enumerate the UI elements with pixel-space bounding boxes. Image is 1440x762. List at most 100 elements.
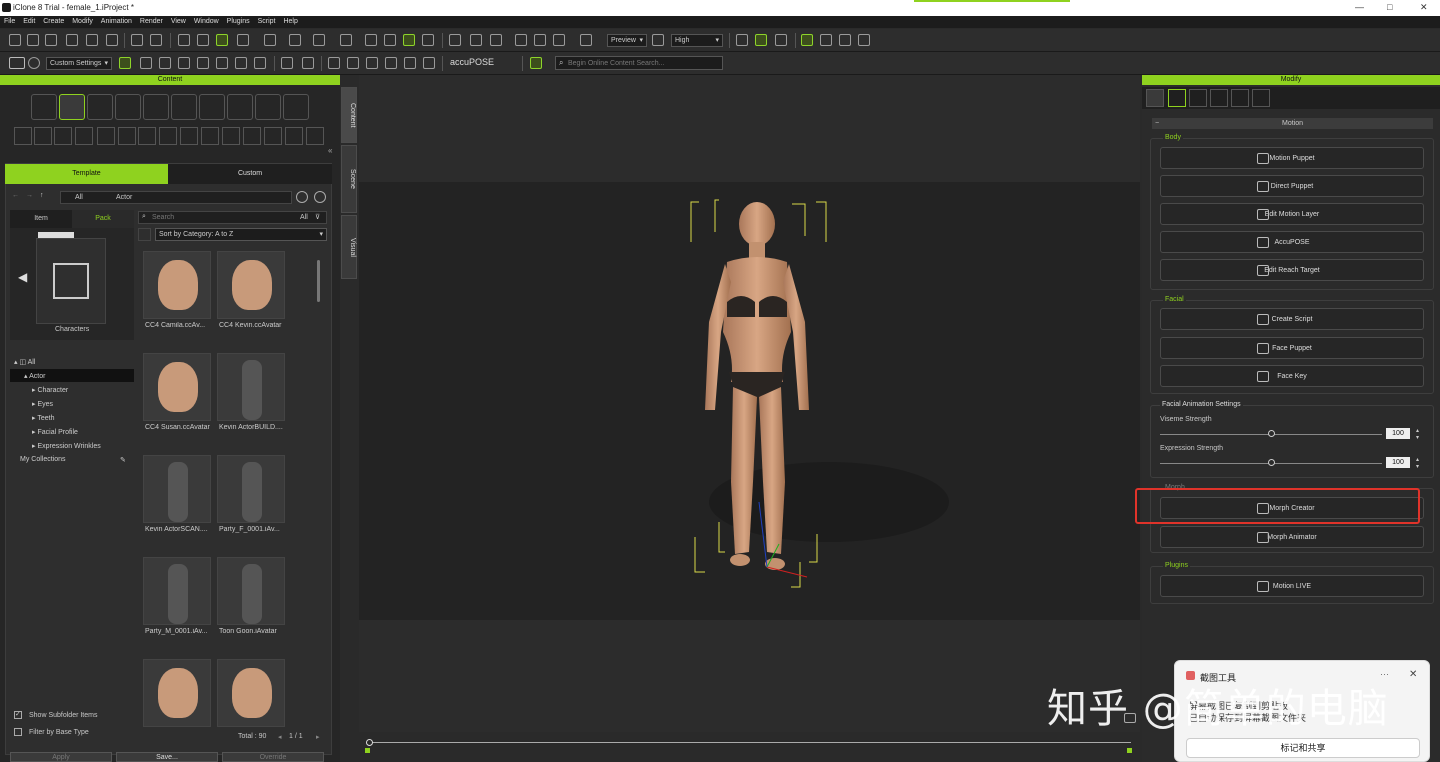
edit-motion-layer-button[interactable]: Edit Motion Layer (1160, 203, 1424, 225)
collapse-icon[interactable]: « (328, 146, 332, 155)
empty-slot-icon[interactable] (243, 127, 261, 145)
video-icon[interactable] (652, 34, 664, 46)
menu-create[interactable]: Create (43, 16, 64, 28)
edit-pencil-icon[interactable]: ✎ (120, 456, 126, 464)
mask-icon[interactable] (216, 57, 228, 69)
face-icon[interactable] (1210, 89, 1228, 107)
drop-icon[interactable] (365, 34, 377, 46)
export-icon[interactable] (86, 34, 98, 46)
align-icon[interactable] (340, 34, 352, 46)
add-subtype-icon[interactable] (97, 127, 115, 145)
cloth-subtype-icon[interactable] (34, 127, 52, 145)
motion-runner-icon[interactable] (1168, 89, 1186, 107)
library-item-thumbnail[interactable] (143, 251, 211, 319)
motion-live-button[interactable]: Motion LIVE (1160, 575, 1424, 597)
breadcrumb-all[interactable]: All (75, 194, 83, 201)
nodes-icon[interactable] (159, 57, 171, 69)
menu-edit[interactable]: Edit (23, 16, 35, 28)
close-toast-icon[interactable]: ✕ (1409, 669, 1417, 680)
view-mode-icon[interactable] (138, 228, 151, 241)
menu-help[interactable]: Help (283, 16, 297, 28)
up-arrow-icon[interactable]: ↑ (40, 192, 44, 199)
face-puppet-button[interactable]: Face Puppet (1160, 337, 1424, 359)
tab-custom[interactable]: Custom (168, 164, 332, 184)
wire-icon[interactable] (197, 57, 209, 69)
refresh-icon[interactable] (296, 191, 308, 203)
menu-view[interactable]: View (171, 16, 186, 28)
save-icon[interactable] (45, 34, 57, 46)
close-button[interactable]: ✕ (1420, 2, 1428, 13)
home-icon[interactable] (490, 34, 502, 46)
sort-dropdown[interactable]: Sort by Category: A to Z (155, 228, 327, 241)
actor-type-icon[interactable] (59, 94, 85, 120)
body-subtype-icon[interactable] (14, 127, 32, 145)
menu-window[interactable]: Window (194, 16, 219, 28)
library-scrollbar[interactable] (317, 260, 320, 302)
eye-subtype-icon[interactable] (54, 127, 72, 145)
tree-actor[interactable]: ▴ Actor (24, 372, 45, 380)
atmosphere-type-icon[interactable] (227, 94, 253, 120)
side-tab-content[interactable]: Content (341, 87, 357, 143)
viseme-spinner-icon[interactable]: ▴ ▾ (1416, 427, 1419, 441)
tab-pack[interactable]: Pack (72, 210, 134, 228)
settings-circle-icon[interactable] (28, 57, 40, 69)
empty-slot-icon[interactable] (264, 127, 282, 145)
filter-base-checkbox[interactable] (14, 728, 22, 736)
pose-icon[interactable] (235, 57, 247, 69)
light-icon[interactable] (470, 34, 482, 46)
brush-icon[interactable] (858, 34, 870, 46)
breadcrumb-actor[interactable]: Actor (116, 194, 132, 201)
preview-dropdown[interactable]: Preview (607, 34, 647, 47)
quality-dropdown[interactable]: High (671, 34, 723, 47)
marketplace-icon[interactable] (530, 57, 542, 69)
menu-plugins[interactable]: Plugins (227, 16, 250, 28)
characters-folder-thumb[interactable] (36, 238, 106, 324)
bones-icon[interactable] (178, 57, 190, 69)
viseme-slider-knob[interactable] (1268, 430, 1275, 437)
transform-icon[interactable] (422, 34, 434, 46)
empty-slot-icon[interactable] (138, 127, 156, 145)
forward-arrow-icon[interactable]: → (26, 192, 33, 199)
new-project-icon[interactable] (9, 34, 21, 46)
pick-parent-icon[interactable] (313, 34, 325, 46)
prev-page-icon[interactable]: ◂ (278, 733, 282, 741)
fx-type-icon[interactable] (283, 94, 309, 120)
library-item-thumbnail[interactable] (217, 353, 285, 421)
library-item-thumbnail[interactable] (217, 659, 285, 727)
empty-slot-icon[interactable] (285, 127, 303, 145)
online-search-box[interactable]: ⌕ Begin Online Content Search... (555, 56, 723, 70)
side-tab-scene[interactable]: Scene (341, 145, 357, 213)
path-icon[interactable] (775, 34, 787, 46)
tree-eyes[interactable]: ▸ Eyes (32, 400, 53, 408)
motion-puppet-button[interactable]: Motion Puppet (1160, 147, 1424, 169)
checker-icon[interactable] (1189, 89, 1207, 107)
timeline-track[interactable] (369, 742, 1131, 743)
mirror-icon[interactable] (328, 57, 340, 69)
scatter-icon[interactable] (347, 57, 359, 69)
library-item-thumbnail[interactable] (143, 557, 211, 625)
project-type-icon[interactable] (31, 94, 57, 120)
tree-all[interactable]: ▴ ◫ All (14, 358, 35, 366)
empty-slot-icon[interactable] (222, 127, 240, 145)
library-item-thumbnail[interactable] (143, 659, 211, 727)
side-tab-visual[interactable]: Visual (341, 215, 357, 279)
visual-type-icon[interactable] (255, 94, 281, 120)
empty-slot-icon[interactable] (306, 127, 324, 145)
next-page-icon[interactable]: ▸ (316, 733, 320, 741)
foot-icon[interactable] (254, 57, 266, 69)
modify-panel-icon[interactable] (801, 34, 813, 46)
timeline-playhead[interactable] (366, 739, 373, 746)
tree-expression-wrinkles[interactable]: ▸ Expression Wrinkles (32, 442, 101, 450)
edit-reach-target-button[interactable]: Edit Reach Target (1160, 259, 1424, 281)
sliders-icon[interactable] (1146, 89, 1164, 107)
filter-icon[interactable]: ⊽ (315, 213, 320, 221)
gear-icon[interactable] (1231, 89, 1249, 107)
tab-template[interactable]: Template (5, 164, 168, 184)
accupose-button[interactable]: accuPOSE (450, 57, 494, 67)
collapse-minus-icon[interactable]: − (1155, 118, 1159, 129)
undo-icon[interactable] (178, 34, 190, 46)
prop-type-icon[interactable] (115, 94, 141, 120)
search-scope[interactable]: All (300, 214, 308, 221)
tree-facial-profile[interactable]: ▸ Facial Profile (32, 428, 78, 436)
flag-icon[interactable] (820, 34, 832, 46)
